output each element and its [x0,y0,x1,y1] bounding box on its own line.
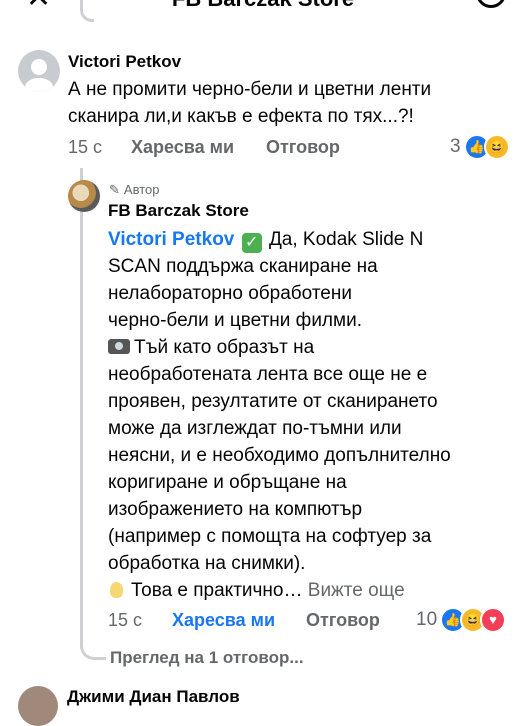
check-mark-icon: ✓ [241,233,262,253]
top-bar: ✕ FB Barczak Store [0,0,526,14]
avatar-body-icon [25,78,53,92]
reply-text-line: изображението на компютър [108,499,363,520]
reaction-count[interactable]: 3 [450,136,461,158]
store-avatar[interactable] [68,180,100,212]
reply-text-line: необработената лента все още не е [108,364,428,385]
see-more-link[interactable]: Вижте още [308,580,405,601]
comment-text-line: А не промити черно-бели и цветни ленти [68,79,432,100]
like-button[interactable]: Харесва ми [131,137,234,158]
reply-button[interactable]: Отговор [266,137,340,158]
reply-text-line: нелабораторно обработени [108,283,352,304]
avatar[interactable] [18,50,60,92]
like-button[interactable]: Харесва ми [172,610,275,631]
avatar[interactable] [18,686,58,726]
reaction-count[interactable]: 10 [416,609,437,631]
author-badge-label: Автор [123,182,160,197]
reply-time: 15 с [108,610,143,630]
reply-text-fragment: Тъй като образът на [134,337,315,358]
camera-icon [108,339,130,354]
reply-button[interactable]: Отговор [306,610,380,631]
avatar-head-icon [31,59,47,75]
thread-line [80,168,83,638]
reply-text-line: (например с помощта на софтуер за [108,526,432,547]
view-replies-link[interactable]: Преглед на 1 отговор... [110,648,304,668]
haha-reaction-icon: 😆 [484,134,510,160]
comment-time: 15 с [68,137,103,157]
author-badge: ✎ Автор [109,182,159,198]
reply-text-line: неясни, и е необходимо допълнително [108,445,451,466]
comment-author[interactable]: Victori Petkov [68,52,181,72]
lightbulb-icon [110,582,123,598]
reply-text-fragment: Това е практично… [131,580,303,601]
reply-text-line: обработка на снимки). [108,553,306,574]
reply-text-line: Тъй като образът на [108,334,314,361]
reply-text-line: Това е практично… Вижте още [108,577,405,604]
mention-link[interactable]: Victori Petkov [108,229,234,250]
reply-text-line: проявен, резултатите от сканирането [108,391,438,412]
love-reaction-icon: ♥ [480,607,506,633]
reply-author[interactable]: FB Barczak Store [108,201,249,221]
comment-author[interactable]: Джими Диан Павлов [67,687,240,707]
page-title: FB Barczak Store [0,0,526,12]
reply-text-line: коригиране и обръщане на [108,472,347,493]
reply-text-line: черно-бели и цветни филми. [108,310,362,331]
pencil-icon: ✎ [109,182,120,197]
thread-connector [80,0,94,22]
reply-text-line: SCAN поддържа сканиране на [108,256,378,277]
comment-text-line: сканира ли,и какъв е ефекта по тях...?! [68,106,414,127]
thread-connector [80,636,106,660]
reply-text-fragment: Да, Kodak Slide N [268,229,424,250]
reply-text-line: може да изглеждат по-тъмни или [108,418,402,439]
reply-text-line: Victori Petkov ✓ Да, Kodak Slide N [108,226,423,253]
